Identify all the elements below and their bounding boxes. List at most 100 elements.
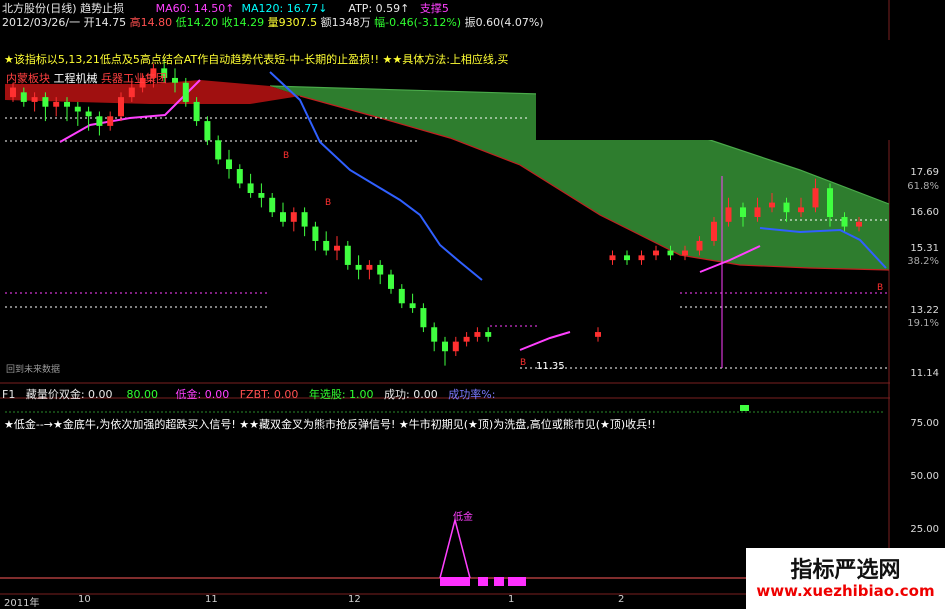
candle[interactable] [323, 240, 330, 251]
candle[interactable] [812, 188, 819, 208]
x-tick: 2011年 [4, 598, 40, 609]
candle[interactable] [280, 212, 286, 222]
candle[interactable] [769, 202, 775, 208]
candle[interactable] [856, 221, 862, 227]
candle[interactable] [355, 264, 362, 270]
candle[interactable] [827, 188, 833, 217]
candle[interactable] [182, 82, 189, 102]
candle[interactable] [366, 264, 373, 270]
signal-description: ★低金--→★金底牛,为依次加强的超跌买入信号! ★★藏双金叉为熊市抢反弹信号!… [4, 418, 656, 431]
x-tick: 1 [508, 594, 515, 605]
candle[interactable] [711, 221, 717, 241]
candle[interactable] [783, 202, 790, 213]
sub-indicator-bar: F1 藏量价双金: 0.00 80.00 低金: 0.00 FZBT: 0.00… [2, 386, 495, 402]
candle[interactable] [118, 97, 124, 117]
candle[interactable] [290, 212, 297, 222]
watermark-cn: 指标严选网 [790, 557, 901, 583]
sub-chenggong: 成功: 0.00 [384, 388, 438, 401]
watermark-url: www.xuezhibiao.com [756, 582, 935, 600]
review-label: 回到未来数据 [6, 365, 61, 375]
y-tick: 17.69 [910, 167, 939, 178]
candle[interactable] [463, 336, 470, 342]
candle[interactable] [609, 255, 616, 261]
x-tick: 12 [348, 594, 361, 605]
candle[interactable] [236, 169, 243, 184]
buy-marker: B [325, 198, 331, 208]
candle[interactable] [431, 327, 438, 342]
candle[interactable] [653, 250, 659, 256]
candle[interactable] [638, 255, 645, 261]
candle[interactable] [420, 308, 427, 328]
indicator-note: ★该指标以5,13,21低点及5高点结合AT作自动趋势代表短-中-长期的止盈损!… [4, 53, 509, 66]
sub-y-tick: 25.00 [910, 524, 939, 535]
candle[interactable] [215, 140, 222, 160]
candle[interactable] [269, 197, 276, 213]
sector-tags: 内蒙板块 工程机械 兵器工业集团 [6, 70, 167, 86]
candle[interactable] [798, 207, 804, 213]
candle[interactable] [258, 193, 265, 198]
y-tick: 16.60 [910, 207, 939, 218]
candle[interactable] [31, 97, 38, 102]
candle[interactable] [20, 92, 27, 102]
candle[interactable] [10, 87, 16, 98]
y-tick: 19.1% [907, 318, 939, 329]
candle[interactable] [226, 159, 232, 170]
sector-region[interactable]: 内蒙板块 [6, 72, 50, 85]
candle[interactable] [841, 216, 848, 227]
candle[interactable] [96, 116, 103, 126]
candle[interactable] [725, 207, 732, 222]
buy-marker: B [283, 151, 289, 161]
candle[interactable] [53, 101, 60, 107]
candle[interactable] [595, 332, 601, 337]
candle[interactable] [474, 332, 481, 337]
candle[interactable] [64, 101, 70, 107]
candle[interactable] [754, 207, 761, 217]
candle[interactable] [398, 288, 405, 304]
candle[interactable] [85, 111, 92, 117]
candle[interactable] [344, 245, 351, 265]
x-tick: 11 [205, 594, 218, 605]
sub-signal-spike [439, 517, 471, 579]
candle[interactable] [42, 97, 49, 107]
candle[interactable] [696, 240, 703, 251]
watermark: 指标严选网 www.xuezhibiao.com [746, 548, 945, 609]
sector-industry[interactable]: 工程机械 [54, 72, 98, 85]
y-tick: 11.14 [910, 368, 939, 379]
candle[interactable] [204, 121, 211, 141]
sub-fzbt: FZBT: 0.00 [239, 388, 299, 401]
candle[interactable] [667, 250, 674, 256]
y-axis: 17.69 61.8% 16.60 15.31 38.2% 13.22 19.1… [889, 0, 945, 600]
candle[interactable] [682, 250, 688, 256]
candle[interactable] [74, 106, 81, 112]
sector-group[interactable]: 兵器工业集团 [101, 72, 167, 85]
candle[interactable] [107, 116, 114, 126]
sub-last: 成功率%: [448, 388, 496, 401]
x-tick: 2 [618, 594, 625, 605]
sub-y-tick: 50.00 [910, 471, 939, 482]
candle[interactable] [740, 207, 746, 217]
sub-y-tick: 75.00 [910, 418, 939, 429]
buy-marker: B [877, 283, 883, 293]
sub-title: 藏量价双金: 0.00 [25, 388, 113, 401]
candle[interactable] [377, 264, 384, 275]
candle[interactable] [334, 245, 340, 251]
candle[interactable] [624, 255, 630, 261]
x-axis: 2011年 10 11 12 1 2 [0, 594, 760, 609]
candle[interactable] [128, 87, 135, 98]
y-tick: 61.8% [907, 181, 939, 192]
candle[interactable] [172, 77, 178, 83]
candle[interactable] [247, 183, 254, 194]
candle[interactable] [442, 341, 448, 352]
f1-key[interactable]: F1 [2, 388, 15, 401]
candle[interactable] [388, 274, 394, 289]
buy-marker: B [520, 358, 526, 368]
sub-v80: 80.00 [126, 388, 159, 401]
candle[interactable] [193, 101, 200, 122]
candle[interactable] [409, 303, 416, 309]
y-tick: 13.22 [910, 305, 939, 316]
candle[interactable] [312, 226, 319, 241]
candle[interactable] [301, 212, 308, 227]
low-price-label: 11.35 [536, 361, 565, 372]
candle[interactable] [485, 332, 492, 337]
candle[interactable] [452, 341, 459, 352]
